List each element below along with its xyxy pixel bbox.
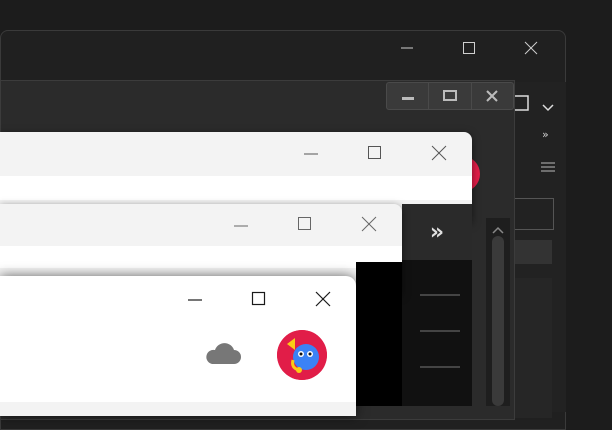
light2-minimize-button[interactable] <box>233 218 249 237</box>
dark-column: » <box>402 204 472 406</box>
scrollbar[interactable] <box>486 218 510 406</box>
light1-maximize-button[interactable] <box>367 145 383 165</box>
scroll-thumb[interactable] <box>492 236 504 406</box>
outer-window-controls <box>384 30 554 66</box>
divider <box>420 294 460 296</box>
outer-minimize-button[interactable] <box>384 30 430 66</box>
maximize-icon <box>251 291 266 306</box>
divider <box>420 366 460 368</box>
middle-window-toolbar <box>386 82 514 110</box>
avatar-image <box>277 330 327 380</box>
panel-block <box>514 240 552 264</box>
close-icon <box>486 90 499 102</box>
cloud-icon[interactable] <box>204 342 242 370</box>
outer-maximize-button[interactable] <box>446 30 492 66</box>
light-window-2-body <box>0 246 402 268</box>
panel-input-box[interactable] <box>514 198 554 230</box>
front-close-button[interactable] <box>315 291 331 311</box>
front-minimize-button[interactable] <box>187 292 203 311</box>
maximize-icon <box>463 42 475 54</box>
avatar[interactable] <box>277 330 327 380</box>
restore-icon <box>442 90 457 101</box>
front-maximize-button[interactable] <box>251 291 267 311</box>
light2-maximize-button[interactable] <box>297 216 313 236</box>
black-region <box>356 262 402 406</box>
close-icon <box>361 216 377 232</box>
close-icon <box>315 291 331 307</box>
minimize-icon <box>304 153 318 155</box>
close-icon <box>431 145 447 161</box>
outer-close-button[interactable] <box>508 30 554 66</box>
chevron-down-icon[interactable] <box>542 98 554 117</box>
divider <box>420 330 460 332</box>
menu-icon[interactable] <box>540 158 556 177</box>
middle-minimize-button[interactable] <box>387 83 430 109</box>
minimize-icon <box>188 299 202 301</box>
outer-right-panel: » <box>510 82 566 418</box>
light1-close-button[interactable] <box>431 145 447 165</box>
minimize-icon <box>234 225 248 227</box>
middle-close-button[interactable] <box>472 83 513 109</box>
overflow-chevron[interactable]: » <box>542 128 549 141</box>
light1-minimize-button[interactable] <box>303 146 319 165</box>
panel-list <box>514 278 552 418</box>
light-window-1-body <box>0 176 472 200</box>
close-icon <box>524 41 538 55</box>
minimize-icon <box>401 97 414 100</box>
minimize-icon <box>401 47 413 49</box>
maximize-icon <box>298 217 311 230</box>
light2-close-button[interactable] <box>361 216 377 236</box>
front-window-footer <box>0 402 356 416</box>
maximize-icon <box>368 146 381 159</box>
overflow-chevron-button[interactable]: » <box>402 204 472 260</box>
middle-restore-button[interactable] <box>429 83 472 109</box>
